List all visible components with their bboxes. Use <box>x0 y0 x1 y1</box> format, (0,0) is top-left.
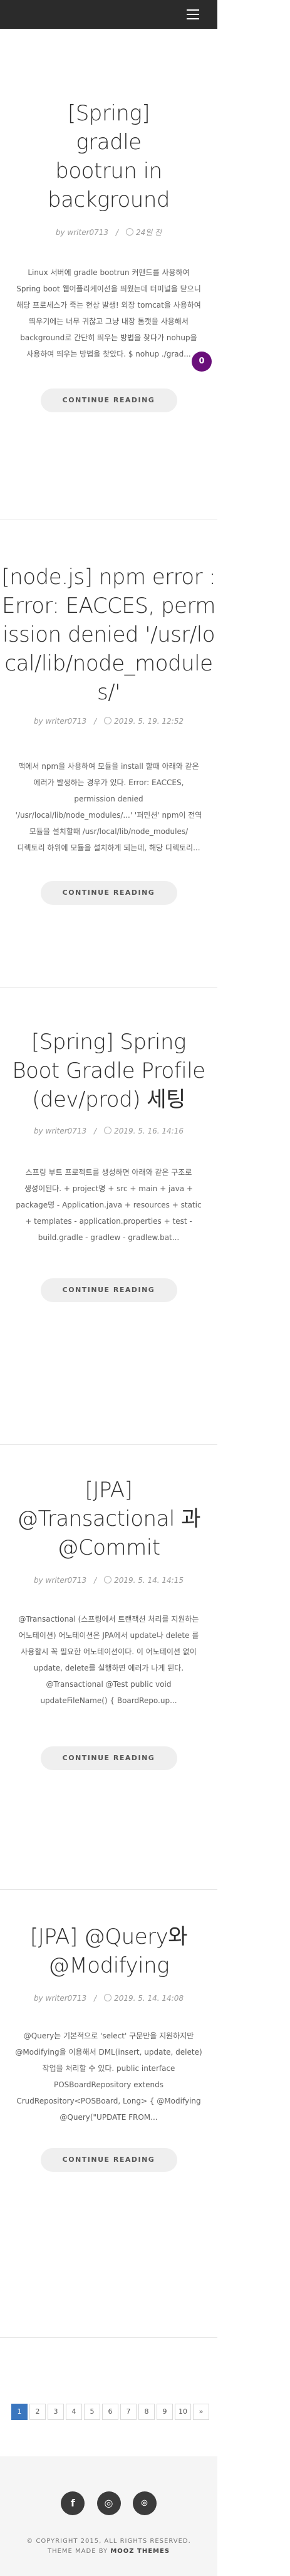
post-title[interactable]: [node.js] npm error : Error: EACCES, per… <box>0 563 217 707</box>
clock-icon <box>104 717 112 724</box>
clock-icon <box>104 1994 112 2001</box>
notification-badge[interactable]: 0 <box>192 352 212 372</box>
continue-reading-button[interactable]: CONTINUE READING <box>40 2148 177 2172</box>
post-author[interactable]: by writer0713 <box>56 228 108 237</box>
post-author[interactable]: by writer0713 <box>34 1127 86 1135</box>
post-card: [node.js] npm error : Error: EACCES, per… <box>0 563 217 905</box>
theme-link[interactable]: MOOZ THEMES <box>110 2548 170 2555</box>
pagination-page[interactable]: 3 <box>48 2404 64 2420</box>
post-meta: by writer0713 /2019. 5. 19. 12:52 <box>34 717 184 726</box>
post-card: [Spring] Spring Boot Gradle Profile (dev… <box>0 1028 217 1302</box>
pagination-page[interactable]: 2 <box>29 2404 46 2420</box>
post-title[interactable]: [JPA] @Query와 @Modifying <box>15 1922 203 1980</box>
pagination: 1 2 3 4 5 6 7 8 9 10» <box>11 2404 211 2420</box>
post-excerpt: Linux 서버에 gradle bootrun 커맨드를 사용하여 Sprin… <box>16 268 201 358</box>
instagram-icon[interactable]: ◎ <box>96 2491 121 2515</box>
continue-reading-button[interactable]: CONTINUE READING <box>40 1746 177 1770</box>
continue-reading-button[interactable]: CONTINUE READING <box>40 1278 177 1302</box>
pagination-page[interactable]: 5 <box>84 2404 100 2420</box>
top-navigation-bar <box>0 0 217 29</box>
divider <box>0 1444 217 1445</box>
clock-icon <box>125 228 133 236</box>
pagination-page[interactable]: 9 <box>157 2404 173 2420</box>
clock-icon <box>104 1127 112 1134</box>
post-card: [JPA] @Transactional 과 @Commit by writer… <box>0 1476 217 1770</box>
post-meta: by writer0713 /2019. 5. 14. 14:08 <box>34 1994 184 2003</box>
facebook-icon[interactable]: f <box>61 2491 85 2515</box>
divider <box>0 987 217 988</box>
post-meta: by writer0713 /2019. 5. 14. 14:15 <box>34 1576 184 1585</box>
post-date: 24일 전 <box>135 228 162 237</box>
clock-icon <box>104 1576 112 1583</box>
post-excerpt: @Transactional (스프링에서 트랜잭션 처리를 지원하는 어노테이… <box>18 1615 199 1705</box>
divider <box>0 1889 217 1890</box>
pagination-page[interactable]: 1 <box>11 2404 28 2420</box>
copyright-text: © COPYRIGHT 2015, ALL RIGHTS RESERVED. <box>26 2538 191 2545</box>
post-excerpt: 스프링 부트 프로젝트를 생성하면 아래와 같은 구조로 생성이된다. + pr… <box>16 1168 202 1242</box>
post-meta: by writer0713 /2019. 5. 16. 14:16 <box>34 1127 184 1135</box>
copyright: © COPYRIGHT 2015, ALL RIGHTS RESERVED. T… <box>0 2537 217 2557</box>
pagination-page[interactable]: 10 <box>175 2404 191 2420</box>
post-excerpt: @Query는 기본적으로 'select' 구문만을 지원하지만 @Modif… <box>15 2031 202 2122</box>
post-excerpt: 맥에서 npm을 사용하여 모듈을 install 할때 아래와 같은 에러가 … <box>15 762 202 852</box>
pagination-page[interactable]: 6 <box>102 2404 118 2420</box>
post-author[interactable]: by writer0713 <box>34 1994 86 2003</box>
post-title[interactable]: [Spring] gradle bootrun in background <box>40 99 178 214</box>
post-date: 2019. 5. 14. 14:15 <box>114 1576 184 1585</box>
github-icon[interactable]: ⌾ <box>132 2491 157 2515</box>
continue-reading-button[interactable]: CONTINUE READING <box>40 388 177 412</box>
pagination-page[interactable]: 4 <box>66 2404 82 2420</box>
post-date: 2019. 5. 16. 14:16 <box>114 1127 184 1135</box>
post-card: [JPA] @Query와 @Modifying by writer0713 /… <box>0 1922 217 2172</box>
continue-reading-button[interactable]: CONTINUE READING <box>40 881 177 905</box>
pagination-next[interactable]: » <box>193 2404 209 2420</box>
social-links: f ◎ ⌾ <box>0 2491 217 2515</box>
post-author[interactable]: by writer0713 <box>34 1576 86 1585</box>
post-meta: by writer0713 /24일 전 <box>55 228 162 237</box>
post-author[interactable]: by writer0713 <box>34 717 86 726</box>
pagination-page[interactable]: 7 <box>120 2404 137 2420</box>
menu-icon[interactable] <box>187 9 199 19</box>
post-card: [Spring] gradle bootrun in background by… <box>0 99 217 412</box>
theme-credit: THEME MADE BY MOOZ THEMES <box>47 2548 170 2555</box>
post-title[interactable]: [JPA] @Transactional 과 @Commit <box>15 1476 203 1562</box>
post-date: 2019. 5. 14. 14:08 <box>114 1994 184 2003</box>
pagination-page[interactable]: 8 <box>138 2404 155 2420</box>
divider <box>0 2337 217 2338</box>
post-date: 2019. 5. 19. 12:52 <box>114 717 184 726</box>
post-title[interactable]: [Spring] Spring Boot Gradle Profile (dev… <box>9 1028 209 1114</box>
footer: f ◎ ⌾ © COPYRIGHT 2015, ALL RIGHTS RESER… <box>0 2456 217 2576</box>
